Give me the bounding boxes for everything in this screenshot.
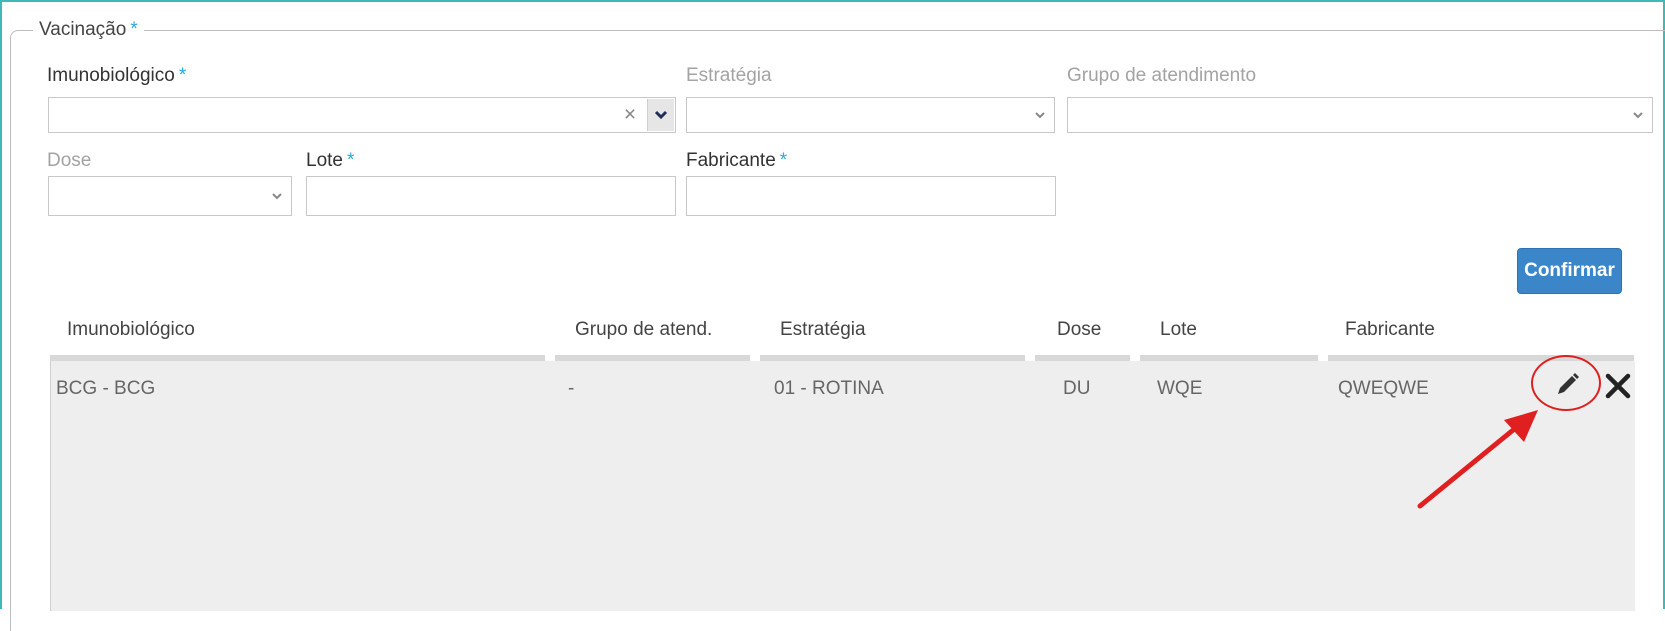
lote-label-text: Lote	[306, 150, 343, 171]
column-header-imunobiologico[interactable]: Imunobiológico	[67, 318, 195, 342]
chevron-down-icon[interactable]	[1027, 99, 1053, 131]
column-header-grupo[interactable]: Grupo de atend.	[575, 318, 712, 342]
fabricante-label-text: Fabricante	[686, 150, 776, 171]
imunobiologico-label: Imunobiológico *	[47, 64, 186, 88]
estrategia-select[interactable]	[686, 97, 1055, 133]
chevron-down-icon[interactable]	[647, 99, 674, 131]
cell-estrategia: 01 - ROTINA	[774, 378, 884, 399]
dose-label: Dose	[47, 150, 92, 171]
lote-label: Lote *	[306, 149, 354, 173]
column-header-estrategia[interactable]: Estratégia	[780, 318, 866, 342]
chevron-down-icon[interactable]	[1625, 99, 1651, 131]
column-header-lote[interactable]: Lote	[1160, 318, 1197, 342]
grupo-atendimento-select[interactable]	[1067, 97, 1653, 133]
imunobiologico-select[interactable]: ×	[48, 97, 676, 133]
cell-lote: WQE	[1157, 378, 1203, 399]
confirm-button[interactable]: Confirmar	[1517, 248, 1622, 294]
cell-fabricante: QWEQWE	[1338, 378, 1429, 399]
required-icon: *	[178, 65, 187, 86]
annotation-arrow	[1417, 410, 1538, 509]
cell-imunobiologico: BCG - BCG	[56, 378, 156, 399]
cell-dose: DU	[1063, 378, 1091, 399]
cell-grupo: -	[568, 378, 575, 399]
close-icon[interactable]	[1604, 372, 1632, 400]
estrategia-label: Estratégia	[686, 65, 772, 86]
required-icon: *	[346, 150, 355, 171]
section-title-text: Vacinação	[39, 19, 127, 40]
fabricante-input[interactable]	[686, 176, 1056, 216]
lote-input[interactable]	[306, 176, 676, 216]
fabricante-label: Fabricante *	[686, 149, 787, 173]
column-header-dose[interactable]: Dose	[1057, 318, 1101, 342]
dose-select[interactable]	[48, 176, 292, 216]
chevron-down-icon[interactable]	[264, 178, 290, 214]
required-icon: *	[130, 19, 138, 40]
close-icon[interactable]: ×	[621, 104, 639, 125]
imunobiologico-label-text: Imunobiológico	[47, 65, 175, 86]
grupo-atendimento-label: Grupo de atendimento	[1067, 65, 1257, 86]
column-header-fabricante[interactable]: Fabricante	[1345, 318, 1435, 342]
required-icon: *	[779, 150, 788, 171]
section-title: Vacinação *	[33, 17, 144, 43]
